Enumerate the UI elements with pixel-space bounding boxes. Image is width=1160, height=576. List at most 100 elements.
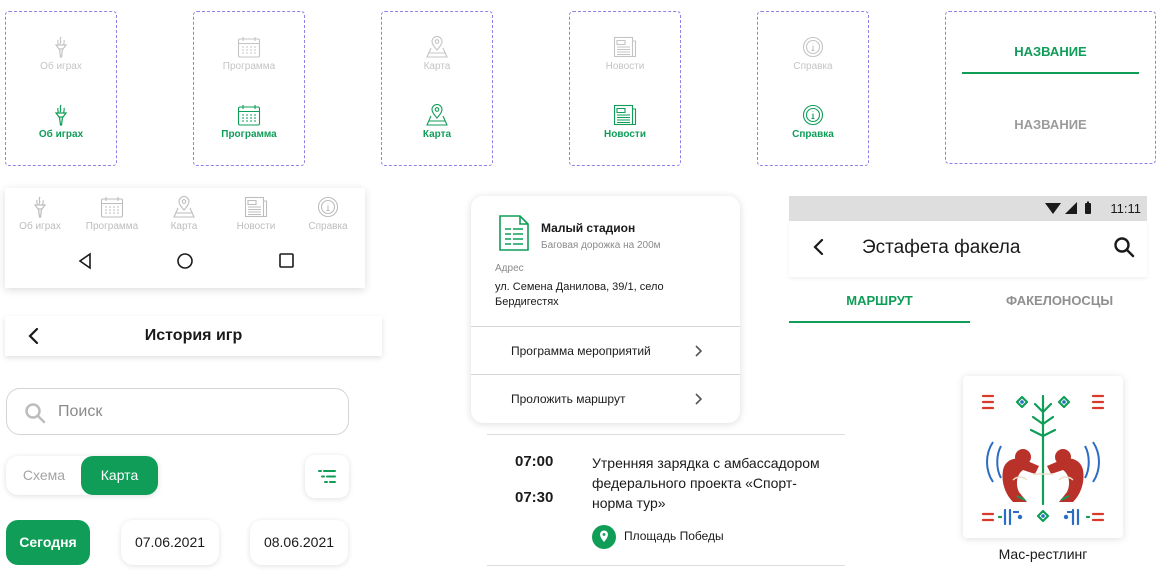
info-icon (802, 36, 824, 58)
divider (487, 434, 845, 435)
venue-card: Малый стадион Баговая дорожка на 200м Ад… (471, 196, 740, 423)
venue-action-route[interactable]: Проложить маршрут (471, 374, 740, 422)
bottom-nav-help[interactable]: Справка (292, 196, 364, 232)
info-icon (802, 104, 824, 126)
address-text: ул. Семена Данилова, 39/1, село Бердигес… (495, 281, 664, 308)
nav-item-news-inactive[interactable]: Новости (570, 36, 680, 72)
tab-active[interactable]: НАЗВАНИЕ (946, 44, 1155, 59)
back-triangle-icon[interactable] (77, 252, 93, 270)
info-icon (317, 196, 339, 218)
map-pin-icon (173, 196, 195, 218)
nav-label: Программа (85, 221, 139, 232)
nav-label: Новости (604, 129, 646, 140)
event-title[interactable]: Утренняя зарядка с амбассадором федераль… (592, 453, 822, 513)
sport-card[interactable] (963, 376, 1123, 538)
status-time: 11:11 (1110, 201, 1141, 216)
nav-label: Справка (308, 221, 348, 232)
calendar-icon (237, 105, 261, 126)
torch-icon (54, 104, 68, 126)
nav-label: Карта (422, 129, 452, 140)
bottom-nav-about[interactable]: Об играх (4, 196, 76, 232)
nav-item-help-inactive[interactable]: Справка (758, 36, 868, 72)
divider (487, 565, 845, 566)
component-help: Справка Справка (757, 11, 869, 166)
home-circle-icon[interactable] (176, 252, 194, 270)
view-toggle: Схема Карта (6, 456, 158, 495)
nav-label: Программа (221, 129, 277, 140)
nav-label: Новости (236, 221, 276, 232)
app-bar: Эстафета факела (789, 221, 1147, 277)
page-title: История игр (144, 327, 243, 344)
bottom-nav-map[interactable]: Карта (148, 196, 220, 232)
component-about: Об играх Об играх (5, 11, 117, 166)
sport-label: Мас-рестлинг (998, 546, 1088, 562)
search-icon (25, 403, 46, 424)
end-time: 07:30 (515, 489, 554, 506)
nav-item-program-active[interactable]: Программа (194, 104, 304, 140)
nav-label: Справка (793, 61, 833, 72)
calendar-icon (100, 197, 124, 218)
start-time: 07:00 (515, 453, 554, 470)
bottom-navigation: Об играх Программа Карта Новости Справка (5, 188, 365, 288)
newspaper-icon (244, 196, 268, 218)
component-tabs: НАЗВАНИЕ НАЗВАНИЕ (945, 11, 1156, 164)
newspaper-icon (613, 36, 637, 58)
date-chip[interactable]: 08.06.2021 (250, 520, 348, 565)
nav-label: Программа (222, 61, 276, 72)
nav-item-about-inactive[interactable]: Об играх (6, 36, 116, 72)
tab-indicator (789, 321, 970, 323)
nav-label: Карта (170, 221, 198, 232)
nav-item-map-inactive[interactable]: Карта (382, 36, 492, 72)
place-label: Площадь Победы (624, 529, 724, 543)
nav-label: Карта (423, 61, 451, 72)
chevron-right-icon (695, 393, 702, 405)
nav-label: Об играх (38, 129, 84, 140)
nav-item-program-inactive[interactable]: Программа (194, 36, 304, 72)
venue-subtitle: Баговая дорожка на 200м (541, 240, 661, 251)
bottom-nav-news[interactable]: Новости (220, 196, 292, 232)
document-icon (499, 215, 529, 251)
tab-inactive[interactable]: НАЗВАНИЕ (946, 117, 1155, 132)
filter-icon (318, 470, 336, 483)
toggle-scheme[interactable]: Схема (6, 456, 82, 495)
filter-button[interactable] (305, 455, 349, 498)
location-pin-icon (592, 525, 616, 549)
nav-item-map-active[interactable]: Карта (382, 104, 492, 140)
map-pin-icon (426, 104, 448, 126)
tab-torchbearers[interactable]: ФАКЕЛОНОСЦЫ (969, 293, 1150, 308)
venue-name: Малый стадион (541, 221, 636, 235)
tab-indicator (962, 72, 1139, 74)
search-field[interactable] (6, 388, 349, 435)
nav-label: Об играх (19, 221, 61, 232)
signal-battery-icon (1045, 201, 1091, 214)
event-place[interactable]: Площадь Победы (592, 525, 724, 554)
address-label: Адрес (495, 263, 524, 274)
venue-action-program[interactable]: Программа мероприятий (471, 326, 740, 374)
calendar-icon (237, 37, 261, 58)
bottom-nav-program[interactable]: Программа (76, 196, 148, 232)
back-arrow-icon[interactable] (812, 238, 826, 256)
nav-item-news-active[interactable]: Новости (570, 104, 680, 140)
toggle-map[interactable]: Карта (81, 456, 158, 495)
chevron-right-icon (695, 345, 702, 357)
date-chip[interactable]: 07.06.2021 (121, 520, 219, 565)
component-program: Программа Программа (193, 11, 305, 166)
action-label: Проложить маршрут (511, 392, 626, 406)
history-header: История игр (5, 316, 382, 356)
torch-icon (54, 36, 68, 58)
nav-item-about-active[interactable]: Об играх (6, 104, 116, 140)
tab-route[interactable]: МАРШРУТ (789, 293, 970, 308)
component-news: Новости Новости (569, 11, 681, 166)
nav-item-help-active[interactable]: Справка (758, 104, 868, 140)
search-input[interactable] (58, 401, 328, 423)
search-icon[interactable] (1113, 236, 1135, 258)
component-map: Карта Карта (381, 11, 493, 166)
date-chip-today[interactable]: Сегодня (6, 520, 90, 565)
page-title: Эстафета факела (862, 237, 1021, 258)
map-pin-icon (426, 36, 448, 58)
wrestling-illustration-icon (981, 394, 1105, 526)
recents-square-icon[interactable] (278, 252, 295, 270)
status-bar: 11:11 (789, 196, 1147, 221)
newspaper-icon (613, 104, 637, 126)
nav-label: Новости (605, 61, 645, 72)
